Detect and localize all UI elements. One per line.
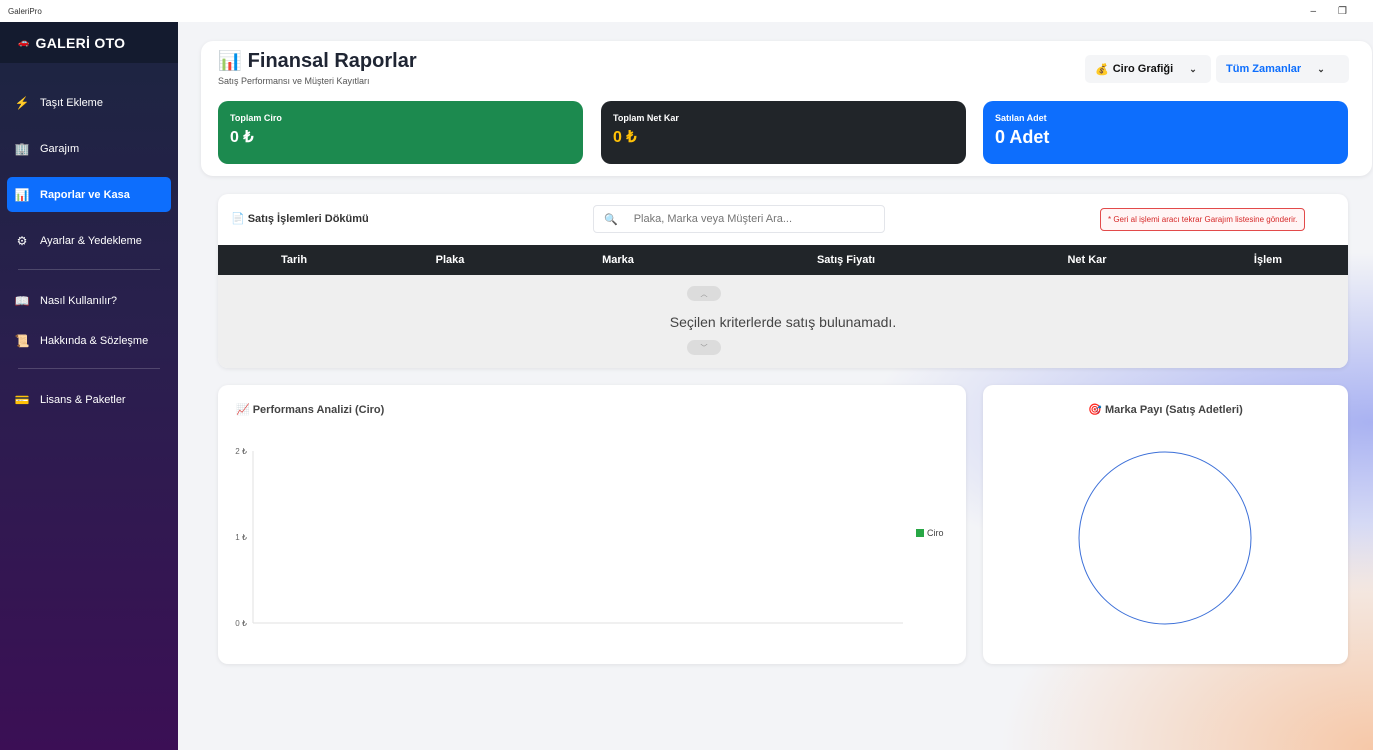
brand-name: GALERİ OTO	[35, 34, 126, 51]
building-icon: 🏢	[14, 141, 30, 156]
y-tick-label: 1 ₺	[235, 533, 247, 542]
bar-chart-icon: 📊	[218, 51, 242, 72]
stat-label: Toplam Ciro	[230, 113, 282, 123]
sidebar-item-label: Lisans & Paketler	[40, 394, 126, 406]
scroll-icon: 📜	[14, 334, 30, 348]
sidebar-divider	[18, 368, 160, 369]
undo-warning-note: * Geri al işlemi aracı tekrar Garajım li…	[1100, 208, 1306, 231]
gear-icon: ⚙	[16, 233, 28, 248]
chevron-down-icon: ⌄	[1189, 63, 1197, 74]
lightning-icon: ⚡	[14, 95, 30, 110]
column-header-net-kar[interactable]: Net Kar	[1067, 254, 1106, 266]
brand-logo: 🚗 GALERİ OTO	[0, 22, 178, 63]
stat-value: 0 ₺	[230, 129, 254, 146]
pie-outline	[1078, 451, 1252, 625]
window-titlebar: GaleriPro – ❐	[0, 0, 1373, 22]
sales-search: 🔍	[593, 205, 885, 233]
minimize-button[interactable]: –	[1310, 6, 1316, 17]
search-icon: 🔍	[604, 213, 618, 226]
scroll-down-button[interactable]: ﹀	[687, 340, 721, 355]
chart-type-value: Ciro Grafiği	[1112, 63, 1174, 75]
sidebar-item-label: Taşıt Ekleme	[40, 96, 103, 109]
sidebar-item-tasit-ekleme[interactable]: ⚡ Taşıt Ekleme	[7, 85, 171, 120]
column-header-plaka[interactable]: Plaka	[436, 254, 465, 266]
sidebar-item-raporlar[interactable]: 📊 Raporlar ve Kasa	[7, 177, 171, 212]
table-body: ︿ Seçilen kriterlerde satış bulunamadı. …	[218, 275, 1348, 368]
time-range-value: Tüm Zamanlar	[1226, 63, 1302, 75]
page-title-text: Finansal Raporlar	[247, 50, 417, 72]
scroll-up-button[interactable]: ︿	[687, 286, 721, 301]
sidebar-item-label: Hakkında & Sözleşme	[40, 335, 149, 347]
main-content: 📊 Finansal Raporlar Satış Performansı ve …	[178, 22, 1373, 750]
sales-table-card: 📄Satış İşlemleri Dökümü 🔍 * Geri al işle…	[218, 194, 1348, 368]
book-icon: 📖	[14, 294, 30, 308]
credit-card-icon: 💳	[14, 393, 30, 407]
stat-value: 0 Adet	[995, 127, 1050, 147]
column-header-tarih[interactable]: Tarih	[281, 254, 307, 266]
y-tick-label: 0 ₺	[235, 619, 247, 628]
page-title: 📊 Finansal Raporlar	[218, 49, 417, 73]
column-header-satis-fiyati[interactable]: Satış Fiyatı	[817, 254, 875, 266]
stat-card-satilan-adet: Satılan Adet 0 Adet	[983, 101, 1348, 164]
column-header-islem[interactable]: İşlem	[1254, 254, 1282, 266]
stat-label: Toplam Net Kar	[613, 113, 679, 123]
sidebar-item-label: Raporlar ve Kasa	[40, 188, 130, 201]
brand-share-pie-chart	[1078, 451, 1252, 625]
stat-label: Satılan Adet	[995, 113, 1047, 123]
restore-button[interactable]: ❐	[1338, 6, 1347, 17]
sidebar-item-label: Garajım	[40, 142, 80, 155]
sales-title-text: Satış İşlemleri Dökümü	[247, 213, 369, 225]
sidebar-nav: ⚡ Taşıt Ekleme 🏢 Garajım 📊 Raporlar ve K…	[0, 63, 178, 413]
chevron-down-icon: ⌄	[1317, 63, 1325, 74]
sidebar-item-garajim[interactable]: 🏢 Garajım	[7, 131, 171, 166]
sidebar-item-hakkinda[interactable]: 📜 Hakkında & Sözleşme	[7, 328, 171, 354]
search-input[interactable]	[633, 213, 864, 225]
sidebar-item-nasil-kullanilir[interactable]: 📖 Nasıl Kullanılır?	[7, 288, 171, 314]
table-header: Tarih Plaka Marka Satış Fiyatı Net Kar İ…	[218, 245, 1348, 275]
sidebar-item-ayarlar[interactable]: ⚙ Ayarlar & Yedekleme	[7, 223, 171, 258]
window-title: GaleriPro	[8, 6, 42, 16]
sidebar-item-lisans[interactable]: 💳 Lisans & Paketler	[7, 387, 171, 413]
car-icon: 🚗	[18, 37, 30, 47]
sidebar: 🚗 GALERİ OTO ⚡ Taşıt Ekleme 🏢 Garajım 📊 …	[0, 22, 178, 750]
stat-value: 0 ₺	[613, 129, 637, 146]
page-subtitle: Satış Performansı ve Müşteri Kayıtları	[218, 76, 370, 86]
stat-card-net-kar: Toplam Net Kar 0 ₺	[601, 101, 966, 164]
y-tick-label: 2 ₺	[235, 447, 247, 456]
chart-type-select[interactable]: 💰 Ciro Grafiği ⌄	[1085, 55, 1211, 83]
time-range-select[interactable]: Tüm Zamanlar ⌄	[1216, 55, 1349, 83]
document-icon: 📄	[231, 213, 245, 225]
empty-state-message: Seçilen kriterlerde satış bulunamadı.	[669, 314, 897, 330]
stat-card-toplam-ciro: Toplam Ciro 0 ₺	[218, 101, 583, 164]
sidebar-item-label: Nasıl Kullanılır?	[40, 295, 118, 307]
brand-share-card: 🎯 Marka Payı (Satış Adetleri)	[983, 385, 1348, 664]
bar-chart-icon: 📊	[14, 187, 30, 202]
money-bag-icon: 💰	[1095, 63, 1109, 76]
sidebar-divider	[18, 269, 160, 270]
report-header-card: 📊 Finansal Raporlar Satış Performansı ve …	[201, 41, 1372, 176]
performance-line-chart: 0 ₺ 1 ₺ 2 ₺ Ciro	[235, 447, 944, 628]
sidebar-item-label: Ayarlar & Yedekleme	[40, 234, 142, 247]
legend-swatch	[916, 529, 924, 537]
legend-label: Ciro	[927, 528, 944, 538]
sales-table-title: 📄 Satış İşlemleri Dökümü	[231, 212, 369, 225]
column-header-marka[interactable]: Marka	[602, 254, 634, 266]
performance-chart-card: 📈 Performans Analizi (Ciro) 0 ₺ 1 ₺ 2 ₺ Ciro	[218, 385, 966, 664]
